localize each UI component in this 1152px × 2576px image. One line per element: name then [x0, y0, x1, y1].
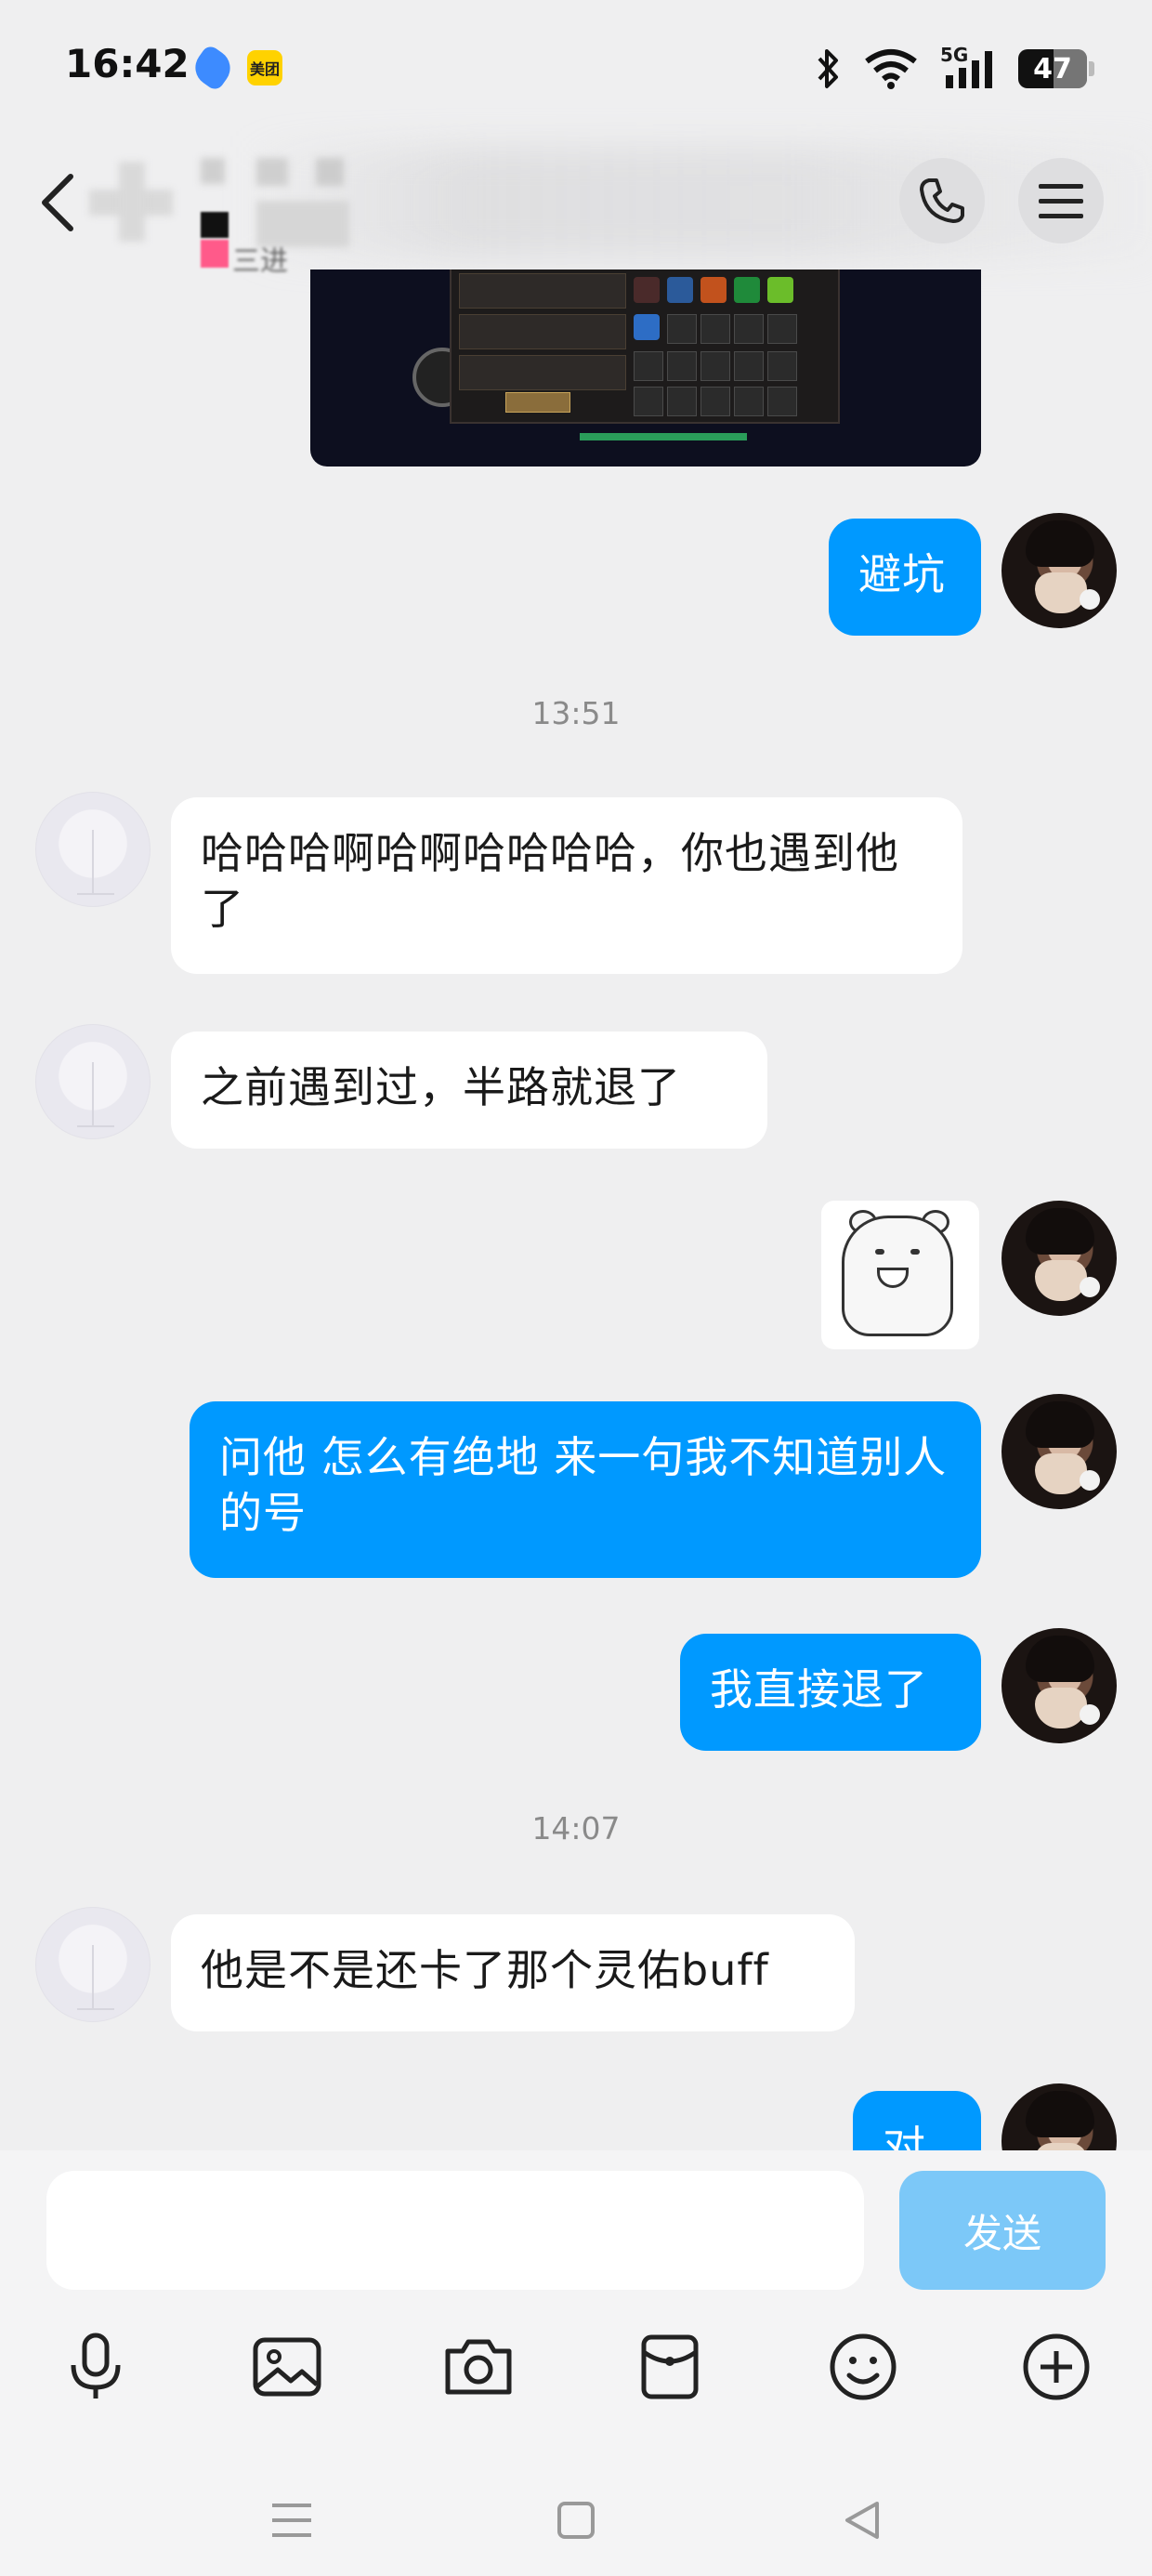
- message-text: 避坑: [858, 549, 946, 599]
- image-icon: [253, 2337, 321, 2397]
- battery-icon: 47: [1018, 49, 1094, 88]
- self-avatar[interactable]: [1001, 1628, 1117, 1743]
- chat-header: 三进: [0, 139, 1152, 278]
- signal-5g: 5G: [940, 44, 996, 90]
- microphone-icon: [71, 2333, 121, 2399]
- photo-button[interactable]: [236, 2316, 338, 2418]
- back-icon: [42, 174, 73, 231]
- message-bubble-other[interactable]: 他是不是还卡了那个灵佑buff: [171, 1914, 855, 2031]
- meituan-app-icon: 美团: [247, 50, 282, 85]
- more-tools-button[interactable]: [1005, 2316, 1107, 2418]
- plus-icon: [1023, 2333, 1090, 2400]
- game-button-graphic: [505, 392, 570, 413]
- sticker-image[interactable]: [821, 1201, 979, 1349]
- camera-icon: [445, 2339, 512, 2395]
- message-bubble-self[interactable]: 对: [853, 2091, 981, 2150]
- more-menu-button[interactable]: [1018, 158, 1104, 243]
- timestamp: 14:07: [531, 1810, 621, 1847]
- contact-name-blurred: 三进: [84, 158, 483, 278]
- bluetooth-icon: [818, 49, 838, 88]
- nav-recents-button[interactable]: [264, 2492, 320, 2548]
- menu-icon: [1039, 184, 1083, 218]
- self-avatar[interactable]: [1001, 1201, 1117, 1316]
- feather-app-icon: [188, 43, 238, 93]
- voice-call-button[interactable]: [899, 158, 985, 243]
- game-screenshot-image[interactable]: [310, 269, 981, 467]
- emoji-icon: [830, 2333, 897, 2400]
- nav-back-icon: [845, 2502, 879, 2539]
- message-text: 哈哈哈啊哈啊哈哈哈哈，你也遇到他了: [201, 828, 899, 934]
- message-bubble-self[interactable]: 问他 怎么有绝地 来一句我不知道别人的号: [190, 1401, 981, 1578]
- send-button[interactable]: 发送: [899, 2171, 1106, 2290]
- message-input[interactable]: [46, 2171, 864, 2290]
- composer: 发送: [0, 2150, 1152, 2576]
- status-bar: 16:42 美团 5G 47: [0, 0, 1152, 139]
- contact-avatar[interactable]: [35, 792, 151, 907]
- red-packet-button[interactable]: [619, 2316, 721, 2418]
- self-avatar[interactable]: [1001, 2083, 1117, 2150]
- message-bubble-self[interactable]: 避坑: [829, 519, 981, 636]
- message-text: 之前遇到过，半路就退了: [201, 1062, 681, 1112]
- nav-home-button[interactable]: [548, 2492, 604, 2548]
- contact-avatar[interactable]: [35, 1907, 151, 2022]
- recents-icon: [272, 2504, 311, 2537]
- message-bubble-other[interactable]: 哈哈哈啊哈啊哈哈哈哈，你也遇到他了: [171, 797, 962, 974]
- self-avatar[interactable]: [1001, 1394, 1117, 1509]
- signal-icon: [946, 51, 992, 88]
- home-icon: [557, 2502, 595, 2539]
- meituan-label: 美团: [249, 60, 280, 78]
- message-bubble-self[interactable]: 我直接退了: [680, 1634, 981, 1751]
- battery-level: 47: [1033, 52, 1072, 85]
- game-bar-graphic: [580, 433, 747, 440]
- message-text: 问他 怎么有绝地 来一句我不知道别人的号: [219, 1432, 948, 1538]
- status-indicators: 5G 47: [814, 41, 1094, 97]
- wifi-icon: [865, 49, 917, 89]
- message-list[interactable]: 避坑 13:51 哈哈哈啊哈啊哈哈哈哈，你也遇到他了 之前遇到过，半路就退了 问…: [0, 269, 1152, 2150]
- phone-icon: [920, 178, 964, 223]
- camera-button[interactable]: [427, 2316, 530, 2418]
- nav-back-button[interactable]: [834, 2492, 890, 2548]
- timestamp: 13:51: [531, 695, 621, 731]
- contact-avatar[interactable]: [35, 1024, 151, 1139]
- voice-button[interactable]: [45, 2316, 147, 2418]
- back-button[interactable]: [33, 165, 89, 240]
- status-time: 16:42: [65, 41, 190, 86]
- red-packet-icon: [641, 2334, 699, 2399]
- system-nav-bar: [0, 2457, 1152, 2576]
- message-text: 他是不是还卡了那个灵佑buff: [201, 1945, 769, 1995]
- self-avatar[interactable]: [1001, 513, 1117, 628]
- message-text: 我直接退了: [710, 1664, 928, 1715]
- message-bubble-other[interactable]: 之前遇到过，半路就退了: [171, 1032, 767, 1149]
- message-text: 对: [883, 2122, 926, 2150]
- emoji-button[interactable]: [812, 2316, 914, 2418]
